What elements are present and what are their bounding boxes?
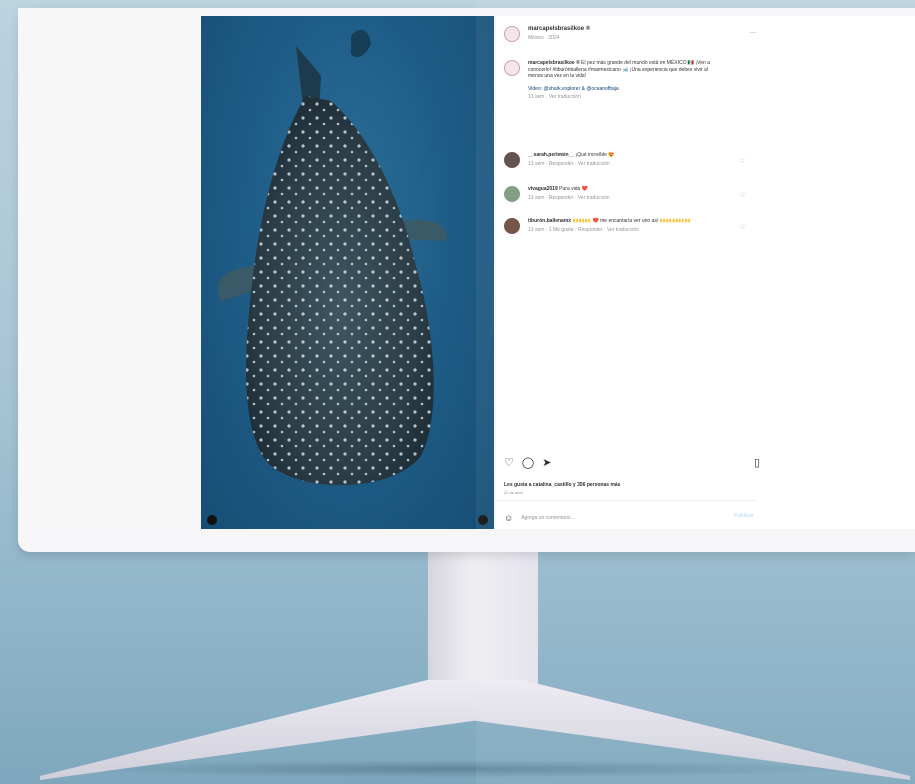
divider [496,500,756,501]
post-date: 22 de abril [504,490,523,495]
comment-meta: 13 sem · 1 Me gusta · Responder · Ver tr… [528,226,639,233]
list-item: __sarah.perlewin__ ¡Qué increíble 😍 13 s… [504,152,713,168]
monitor-screen: marcapelsbrasilkoe ® México · 2024 ··· m… [18,8,915,552]
send-icon[interactable]: ➤ [542,456,551,469]
comment-author[interactable]: vivagua2019 [528,186,558,192]
post-actions: ♡ ◯ ➤ [504,456,551,469]
blank-side-area [18,8,200,522]
post-media[interactable] [201,16,494,529]
heart-icon[interactable]: ♡ [504,456,514,469]
distant-fish [351,29,371,58]
audio-icon[interactable] [207,515,217,525]
avatar[interactable] [504,26,520,42]
comment-author[interactable]: tiburón.ballenamx [528,218,571,224]
comment-input[interactable]: Agrega un comentario... [521,515,574,521]
comment-icon[interactable]: ◯ [522,456,534,469]
caption-credit[interactable]: Video: @shark.explorer & @oceanofbaja [528,86,713,93]
avatar[interactable] [504,186,520,202]
caption: marcapelsbrasilkoe ® El pez más grande d… [504,60,713,101]
comment-text: ¡Qué increíble 😍 [575,152,615,158]
post-author[interactable]: marcapelsbrasilkoe ® [528,26,590,33]
comment-text: Pura vida ❤️ [559,186,588,192]
monitor-stand-neck [428,548,538,698]
caption-author[interactable]: marcapelsbrasilkoe ® [528,60,580,66]
caption-meta: 13 sem · Ver traducción [528,94,581,100]
heart-icon[interactable]: ♡ [740,224,745,231]
stand-shadow [60,760,860,778]
more-horizontal-icon[interactable]: ··· [750,30,756,36]
whale-shark-image [217,29,447,486]
comment-author[interactable]: __sarah.perlewin__ [528,152,574,158]
heart-icon[interactable]: ♡ [740,158,745,165]
heart-icon[interactable]: ♡ [740,192,745,199]
emoji-icon[interactable]: ☺ [504,513,513,523]
tag-icon[interactable] [478,515,488,525]
comment-meta: 13 sem · Responder · Ver traducción [528,194,610,201]
bookmark-icon[interactable]: ▯ [754,456,760,469]
comment-meta: 13 sem · Responder · Ver traducción [528,160,610,167]
post-header: marcapelsbrasilkoe ® México · 2024 [504,26,590,42]
post-location[interactable]: México · 2024 [528,35,590,42]
avatar[interactable] [504,218,520,234]
avatar[interactable] [504,152,520,168]
likes-count[interactable]: Les gusta a catalina_castillo y 356 pers… [504,482,620,488]
post-comment-button[interactable]: Publicar [734,513,754,519]
comment-text: 🙌🙌🙌 ❤️ me encantaría ver uno así 🙌🙌🙌🙌🙌 [572,218,691,224]
comment-input-row: ☺ Agrega un comentario... [504,513,575,523]
list-item: tiburón.ballenamx 🙌🙌🙌 ❤️ me encantaría v… [504,218,713,234]
list-item: vivagua2019 Pura vida ❤️ 13 sem · Respon… [504,186,713,202]
avatar[interactable] [504,60,520,76]
post-details-panel: marcapelsbrasilkoe ® México · 2024 ··· m… [496,16,915,529]
